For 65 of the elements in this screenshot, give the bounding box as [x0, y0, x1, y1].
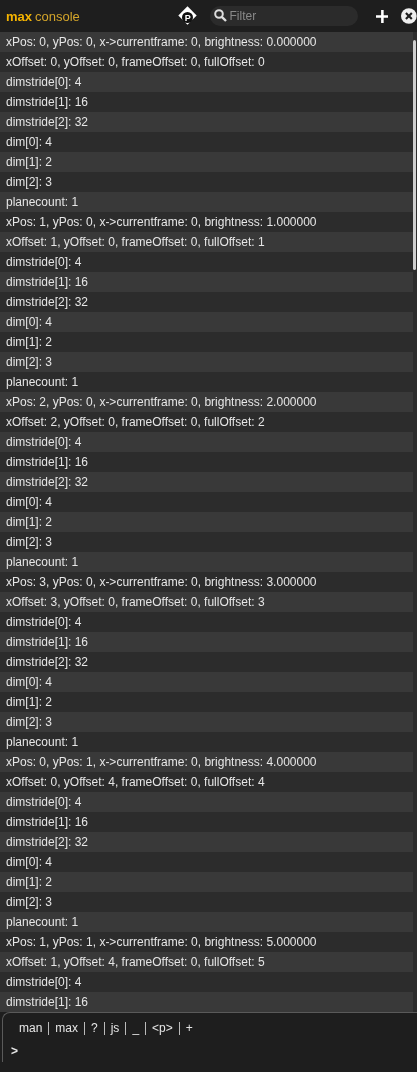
- log-text: dimstride[2]: 32: [6, 115, 89, 129]
- log-text: dimstride[0]: 4: [6, 615, 82, 629]
- log-text: dim[2]: 3: [6, 715, 53, 729]
- log-text: dimstride[1]: 16: [6, 995, 89, 1009]
- log-text: planecount: 1: [6, 735, 79, 749]
- shortcut-link[interactable]: +: [178, 1022, 199, 1035]
- log-text: xOffset: 1, yOffset: 4, frameOffset: 0, fullOffset: 5: [6, 955, 265, 969]
- search-icon: [213, 9, 227, 22]
- log-text: dim[1]: 2: [6, 515, 53, 529]
- log-text: dim[1]: 2: [6, 875, 53, 889]
- log-text: planecount: 1: [6, 195, 79, 209]
- command-prompt[interactable]: >: [11, 1044, 21, 1058]
- log-text: dim[2]: 3: [6, 535, 53, 549]
- log-text: xPos: 0, yPos: 1, x->currentframe: 0, brightness: 4.000000: [6, 755, 317, 769]
- log-text: dimstride[0]: 4: [6, 795, 82, 809]
- log-text: xOffset: 0, yOffset: 4, frameOffset: 0, fullOffset: 4: [6, 775, 265, 789]
- log-text: dim[2]: 3: [6, 355, 53, 369]
- log-text: dimstride[1]: 16: [6, 635, 89, 649]
- log-text: dim[2]: 3: [6, 895, 53, 909]
- log-text: dim[0]: 4: [6, 855, 53, 869]
- log-text: dim[0]: 4: [6, 495, 53, 509]
- scrollbar-thumb[interactable]: [413, 40, 416, 270]
- log-text: dimstride[1]: 16: [6, 455, 89, 469]
- log-text: dim[0]: 4: [6, 315, 53, 329]
- log-text: xPos: 0, yPos: 0, x->currentframe: 0, brightness: 0.000000: [6, 35, 317, 49]
- log-text: dim[1]: 2: [6, 335, 53, 349]
- log-text: planecount: 1: [6, 375, 79, 389]
- log-text: dimstride[0]: 4: [6, 75, 82, 89]
- shortcut-link[interactable]: <p>: [145, 1022, 179, 1035]
- shortcut-link[interactable]: _: [125, 1022, 146, 1035]
- log-text: dimstride[2]: 32: [6, 475, 89, 489]
- log-text: dim[2]: 3: [6, 175, 53, 189]
- log-text: xPos: 1, yPos: 0, x->currentframe: 0, brightness: 1.000000: [6, 215, 317, 229]
- log-text: dim[1]: 2: [6, 695, 53, 709]
- log-text: xOffset: 1, yOffset: 0, frameOffset: 0, fullOffset: 1: [6, 235, 265, 249]
- log-text: dimstride[2]: 32: [6, 655, 89, 669]
- log-text: dimstride[0]: 4: [6, 435, 82, 449]
- log-text: dim[1]: 2: [6, 155, 53, 169]
- close-icon[interactable]: [401, 8, 417, 24]
- log-text: xOffset: 3, yOffset: 0, frameOffset: 0, fullOffset: 3: [6, 595, 265, 609]
- log-text: dimstride[0]: 4: [6, 975, 82, 989]
- log-text: dimstride[2]: 32: [6, 295, 89, 309]
- log-text: dimstride[1]: 16: [6, 815, 89, 829]
- log-text: planecount: 1: [6, 555, 79, 569]
- log-text: dimstride[2]: 32: [6, 835, 89, 849]
- shortcut-link[interactable]: man: [13, 1022, 49, 1035]
- log-text: dimstride[1]: 16: [6, 275, 89, 289]
- log-text: xPos: 2, yPos: 0, x->currentframe: 0, brightness: 2.000000: [6, 395, 317, 409]
- shortcut-link[interactable]: js: [103, 1022, 126, 1035]
- console-title: max: [6, 8, 33, 24]
- log-text: dim[0]: 4: [6, 135, 53, 149]
- log-text: xPos: 1, yPos: 1, x->currentframe: 0, brightness: 5.000000: [6, 935, 317, 949]
- search-field[interactable]: Filter: [209, 6, 358, 26]
- add-icon[interactable]: [375, 9, 389, 23]
- shortcut-link[interactable]: ?: [84, 1022, 104, 1035]
- log-text: dimstride[1]: 16: [6, 95, 89, 109]
- log-text: dimstride[0]: 4: [6, 255, 82, 269]
- log-text: xOffset: 0, yOffset: 0, frameOffset: 0, fullOffset: 0: [6, 55, 265, 69]
- log-text: dim[0]: 4: [6, 675, 53, 689]
- presentation-button[interactable]: P: [178, 7, 197, 25]
- shortcut-link[interactable]: max: [48, 1022, 84, 1035]
- log-text: xOffset: 2, yOffset: 0, frameOffset: 0, fullOffset: 2: [6, 415, 265, 429]
- console-title: console: [35, 8, 80, 24]
- log-text: xPos: 3, yPos: 0, x->currentframe: 0, brightness: 3.000000: [6, 575, 317, 589]
- log-text: planecount: 1: [6, 915, 79, 929]
